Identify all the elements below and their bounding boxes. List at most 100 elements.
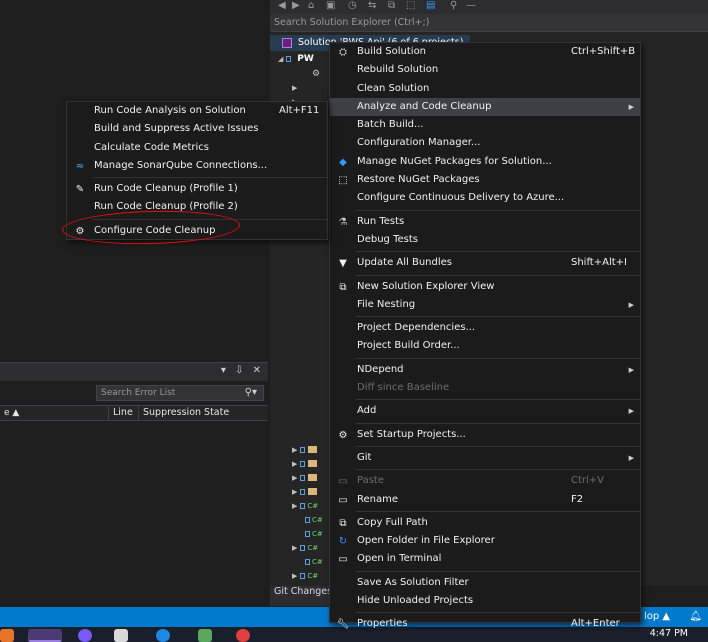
menu-item-debug-tests[interactable]: Debug Tests	[330, 231, 640, 249]
status-branch-text[interactable]: lop ▲	[644, 611, 670, 622]
files-icon[interactable]: ⬚	[406, 0, 415, 12]
menu-item-hide-unloaded-projects[interactable]: Hide Unloaded Projects	[330, 592, 640, 610]
menu-item-file-nesting[interactable]: File Nesting ▶	[330, 296, 640, 314]
menu-item-rename[interactable]: ▭ Rename F2	[330, 491, 640, 509]
menu-item-label: Restore NuGet Packages	[357, 174, 480, 186]
menu-item-configuration-manager[interactable]: Configuration Manager...	[330, 134, 640, 152]
paste-icon: ▭	[338, 476, 348, 488]
menu-item-batch-build[interactable]: Batch Build...	[330, 116, 640, 134]
preview-icon[interactable]: ▤	[426, 0, 435, 12]
tree-node[interactable]: ▶	[292, 443, 318, 457]
menu-item-build-solution[interactable]: ⛭ Build Solution Ctrl+Shift+B	[330, 43, 640, 61]
taskbar-app-icon[interactable]	[114, 629, 128, 642]
expand-arrow-icon[interactable]: ◢	[278, 55, 283, 63]
new-view-icon: ⧉	[339, 281, 347, 293]
menu-item-manage-sonarqube-connections[interactable]: ≈ Manage SonarQube Connections...	[67, 157, 327, 175]
menu-item-save-as-solution-filter[interactable]: Save As Solution Filter	[330, 574, 640, 592]
taskbar-app-icon[interactable]	[236, 629, 250, 642]
tree-node[interactable]: ▶ C#	[292, 541, 318, 555]
home-icon[interactable]: ⌂	[308, 0, 314, 12]
search-icon[interactable]: ⚲▾	[245, 386, 257, 400]
menu-item-set-startup-projects[interactable]: ⚙ Set Startup Projects...	[330, 426, 640, 444]
menu-item-shortcut: Ctrl+V	[571, 475, 605, 487]
taskbar-app-icon[interactable]	[156, 629, 170, 642]
menu-item-configure-continuous-delivery-to-azure[interactable]: Configure Continuous Delivery to Azure..…	[330, 189, 640, 207]
menu-item-manage-nuget-packages-for-solution[interactable]: ◆ Manage NuGet Packages for Solution...	[330, 153, 640, 171]
connected-services-icon[interactable]: ⚙	[312, 67, 320, 81]
menu-separator	[356, 399, 640, 401]
menu-item-diff-since-baseline[interactable]: Diff since Baseline	[330, 379, 640, 397]
tree-node[interactable]: ▶ C#	[292, 569, 318, 583]
menu-item-label: Update All Bundles	[357, 257, 452, 269]
menu-separator	[356, 422, 640, 424]
menu-item-label: Paste	[357, 475, 384, 487]
menu-item-label: Batch Build...	[357, 119, 424, 131]
menu-item-calculate-code-metrics[interactable]: Calculate Code Metrics	[67, 139, 327, 157]
taskbar-app-icon[interactable]	[198, 629, 212, 642]
menu-item-label: Manage SonarQube Connections...	[94, 159, 268, 171]
taskbar-app-icon[interactable]	[0, 629, 14, 642]
project-node[interactable]: ◢ PW	[278, 52, 314, 66]
vs-icon[interactable]: ▣	[326, 0, 335, 12]
menu-item-ndepend[interactable]: NDepend ▶	[330, 361, 640, 379]
solution-explorer-search[interactable]: Search Solution Explorer (Ctrl+;)	[270, 14, 708, 32]
nuget-icon: ◆	[339, 156, 347, 168]
menu-item-analyze-and-code-cleanup[interactable]: Analyze and Code Cleanup ▶	[330, 97, 640, 117]
menu-item-project-dependencies[interactable]: Project Dependencies...	[330, 319, 640, 337]
menu-item-project-build-order[interactable]: Project Build Order...	[330, 337, 640, 355]
menu-item-run-tests[interactable]: ⚗ Run Tests	[330, 213, 640, 231]
menu-item-run-code-analysis-on-solution[interactable]: Run Code Analysis on Solution Alt+F11	[67, 102, 327, 120]
sync-icon[interactable]: ⇆	[368, 0, 376, 12]
properties-icon[interactable]: ⚲	[450, 0, 457, 12]
error-list-search-input[interactable]: Search Error List ⚲▾	[96, 385, 264, 401]
terminal-icon: ▭	[338, 554, 348, 566]
forward-icon[interactable]: ▶	[292, 0, 300, 12]
minus-icon[interactable]: —	[466, 0, 476, 12]
taskbar-app-icon[interactable]	[78, 629, 92, 642]
tree-node[interactable]: ▶ C#	[292, 499, 318, 513]
sort-column-header[interactable]: e ▲	[4, 406, 19, 420]
menu-item-copy-full-path[interactable]: ⧉ Copy Full Path	[330, 514, 640, 532]
menu-item-update-all-bundles[interactable]: ▼ Update All Bundles Shift+Alt+I	[330, 254, 640, 272]
menu-item-label: Set Startup Projects...	[357, 428, 466, 440]
tree-node[interactable]: C#	[302, 527, 323, 541]
menu-item-run-code-cleanup-profile-1[interactable]: ✎ Run Code Cleanup (Profile 1)	[67, 180, 327, 198]
menu-item-label: Project Dependencies...	[357, 322, 476, 334]
menu-item-rebuild-solution[interactable]: Rebuild Solution	[330, 61, 640, 79]
menu-item-build-and-suppress-active-issues[interactable]: Build and Suppress Active Issues	[67, 120, 327, 138]
bell-icon[interactable]: 🔔︎	[689, 611, 702, 622]
tree-node[interactable]: ▶	[292, 485, 318, 499]
collapse-icon[interactable]: ⧉	[388, 0, 395, 12]
menu-item-restore-nuget-packages[interactable]: ⬚ Restore NuGet Packages	[330, 171, 640, 189]
line-column-header[interactable]: Line	[108, 406, 140, 420]
menu-item-properties[interactable]: 🔧︎ Properties Alt+Enter	[330, 615, 640, 633]
menu-item-label: Copy Full Path	[357, 516, 428, 528]
tree-node[interactable]: C#	[302, 513, 323, 527]
menu-item-new-solution-explorer-view[interactable]: ⧉ New Solution Explorer View	[330, 278, 640, 296]
taskbar-clock[interactable]: 4:47 PM	[650, 628, 688, 639]
build-icon: ⛭	[339, 47, 347, 58]
tree-node[interactable]: ▶	[292, 471, 318, 485]
tree-node[interactable]: C#	[302, 555, 323, 569]
suppression-column-header[interactable]: Suppression State	[138, 406, 264, 420]
tree-node[interactable]: ▶	[292, 457, 318, 471]
menu-item-add[interactable]: Add ▶	[330, 402, 640, 420]
menu-item-label: Run Code Cleanup (Profile 1)	[94, 183, 238, 195]
tree-node[interactable]: ▶	[292, 81, 297, 95]
copy-icon: ⧉	[339, 517, 347, 529]
menu-item-paste[interactable]: ▭ Paste Ctrl+V	[330, 472, 640, 490]
project-label: PW	[297, 54, 314, 64]
menu-item-git[interactable]: Git ▶	[330, 449, 640, 467]
submenu-arrow-icon: ▶	[628, 365, 634, 374]
back-icon[interactable]: ◀	[278, 0, 286, 12]
menu-item-label: Analyze and Code Cleanup	[357, 100, 492, 112]
menu-item-shortcut: Alt+Enter	[571, 618, 620, 630]
menu-item-open-folder-in-file-explorer[interactable]: ↻ Open Folder in File Explorer	[330, 532, 640, 550]
history-icon[interactable]: ◷	[348, 0, 357, 12]
pin-icon[interactable]: ▾ ⇩ ✕	[221, 365, 264, 376]
menu-item-open-in-terminal[interactable]: ▭ Open in Terminal	[330, 550, 640, 568]
menu-separator	[356, 445, 640, 447]
visual-studio-taskbar-icon[interactable]	[28, 629, 62, 642]
restore-icon: ⬚	[338, 175, 348, 187]
menu-item-clean-solution[interactable]: Clean Solution	[330, 80, 640, 98]
